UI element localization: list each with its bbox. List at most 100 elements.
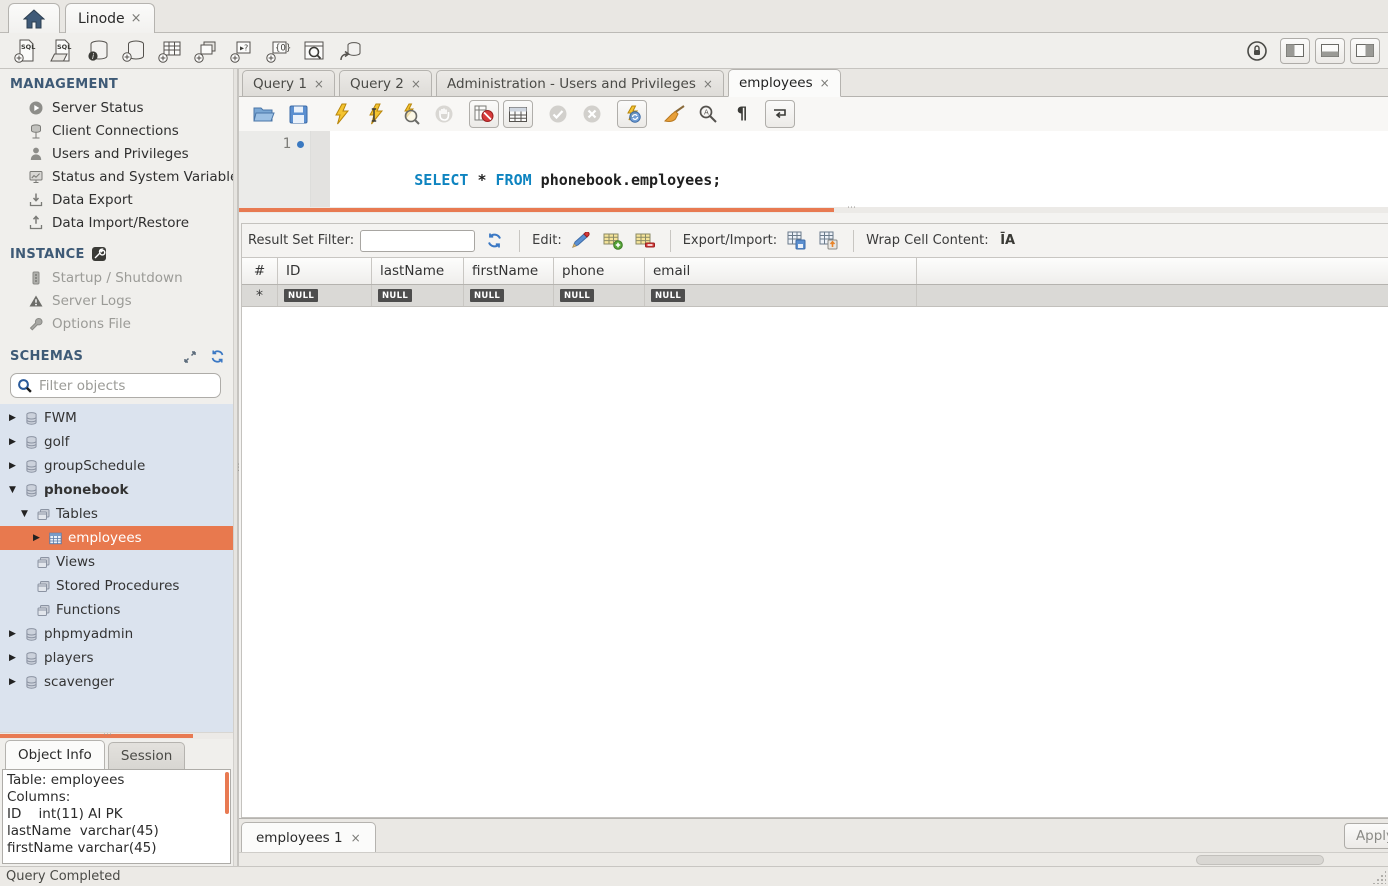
tree-item[interactable]: ▶ golf bbox=[0, 430, 233, 454]
open-script-button[interactable] bbox=[249, 100, 279, 128]
management-item[interactable]: Users and Privileges bbox=[0, 142, 233, 165]
tree-item[interactable]: ▶ groupSchedule bbox=[0, 454, 233, 478]
horizontal-scrollbar[interactable] bbox=[239, 852, 1388, 866]
create-function-button[interactable]: {0} bbox=[260, 36, 296, 66]
expand-schemas-icon[interactable] bbox=[183, 350, 197, 364]
tree-item[interactable]: ▶ FWM bbox=[0, 406, 233, 430]
query-tab[interactable]: Query 1 × bbox=[242, 70, 335, 96]
query-tab[interactable]: Administration - Users and Privileges × bbox=[436, 70, 724, 96]
sql-code-line[interactable]: SELECT * FROM phonebook.employees; bbox=[330, 131, 1388, 207]
sidebar-splitter[interactable]: ⋯ bbox=[0, 732, 233, 739]
grid-column-header[interactable]: phone bbox=[554, 258, 645, 284]
find-button[interactable]: A bbox=[693, 100, 723, 128]
grid-cell[interactable]: NULL bbox=[645, 285, 917, 306]
query-tab[interactable]: Query 2 × bbox=[339, 70, 432, 96]
sql-editor[interactable]: 1 SELECT * FROM phonebook.employees; bbox=[239, 131, 1388, 207]
toggle-bottom-panel-button[interactable] bbox=[1315, 38, 1345, 64]
grid-cell[interactable]: NULL bbox=[278, 285, 372, 306]
show-invisibles-button[interactable]: ¶ bbox=[727, 100, 757, 128]
toggle-left-panel-button[interactable] bbox=[1280, 38, 1310, 64]
reconnect-dbms-button[interactable] bbox=[332, 36, 368, 66]
result-set-tab-close-icon[interactable]: × bbox=[351, 831, 361, 845]
expand-arrow-icon[interactable]: ▶ bbox=[30, 533, 43, 543]
expand-arrow-icon[interactable]: ▼ bbox=[6, 485, 19, 495]
query-tab-close-icon[interactable]: × bbox=[314, 77, 324, 91]
management-item[interactable]: Server Status bbox=[0, 96, 233, 119]
grid-column-header[interactable]: firstName bbox=[464, 258, 554, 284]
import-records-button[interactable] bbox=[815, 229, 841, 253]
explain-button[interactable] bbox=[395, 100, 425, 128]
instance-item[interactable]: Startup / Shutdown bbox=[0, 266, 233, 289]
wrap-cell-content-button[interactable]: ĪA bbox=[995, 229, 1021, 253]
tree-item[interactable]: ▶ scavenger bbox=[0, 670, 233, 694]
instance-item[interactable]: Options File bbox=[0, 312, 233, 335]
result-set-tab[interactable]: employees 1 × bbox=[241, 822, 376, 852]
toggle-stop-on-error-button[interactable] bbox=[469, 100, 499, 128]
create-schema-button[interactable] bbox=[116, 36, 152, 66]
tree-item[interactable]: ▶ phpmyadmin bbox=[0, 622, 233, 646]
management-item[interactable]: Status and System Variables bbox=[0, 165, 233, 188]
grid-column-header[interactable]: # bbox=[242, 258, 278, 284]
grid-cell[interactable]: NULL bbox=[554, 285, 645, 306]
open-sql-script-button[interactable]: SQL bbox=[44, 36, 80, 66]
export-results-button[interactable] bbox=[783, 229, 809, 253]
refresh-schemas-icon[interactable] bbox=[210, 349, 225, 364]
edit-record-button[interactable] bbox=[568, 229, 594, 253]
editor-result-splitter[interactable]: ⋯ bbox=[239, 207, 1388, 213]
grid-cell[interactable]: NULL bbox=[464, 285, 554, 306]
add-row-button[interactable] bbox=[600, 229, 626, 253]
grid-column-header[interactable]: lastName bbox=[372, 258, 464, 284]
beautify-button[interactable] bbox=[659, 100, 689, 128]
query-tab[interactable]: employees × bbox=[728, 69, 841, 97]
instance-item[interactable]: Server Logs bbox=[0, 289, 233, 312]
management-item[interactable]: Client Connections bbox=[0, 119, 233, 142]
create-view-button[interactable] bbox=[188, 36, 224, 66]
expand-arrow-icon[interactable]: ▶ bbox=[6, 653, 19, 663]
expand-arrow-icon[interactable]: ▶ bbox=[6, 629, 19, 639]
info-tab[interactable]: Object Info bbox=[5, 740, 105, 769]
management-item[interactable]: Data Import/Restore bbox=[0, 211, 233, 234]
wrap-text-button[interactable] bbox=[765, 100, 795, 128]
query-tab-close-icon[interactable]: × bbox=[703, 77, 713, 91]
tree-item[interactable]: ▼ phonebook bbox=[0, 478, 233, 502]
apply-button[interactable]: Apply bbox=[1344, 823, 1388, 849]
filter-objects-input[interactable] bbox=[39, 378, 214, 394]
home-tab[interactable] bbox=[8, 3, 60, 33]
query-tab-close-icon[interactable]: × bbox=[411, 77, 421, 91]
expand-arrow-icon[interactable]: ▶ bbox=[6, 677, 19, 687]
search-table-data-button[interactable] bbox=[296, 36, 332, 66]
tree-item[interactable]: Functions bbox=[0, 598, 233, 622]
delete-row-button[interactable] bbox=[632, 229, 658, 253]
resize-grip[interactable] bbox=[1372, 870, 1386, 884]
connection-tab-close-icon[interactable]: × bbox=[131, 11, 142, 26]
tree-item[interactable]: ▶ players bbox=[0, 646, 233, 670]
lock-status-button[interactable] bbox=[1239, 36, 1275, 66]
sidebar-main-splitter[interactable]: ⋮ bbox=[233, 69, 238, 866]
info-panel-scrollbar[interactable] bbox=[225, 772, 229, 814]
grid-column-header[interactable]: email bbox=[645, 258, 917, 284]
grid-new-row[interactable]: * NULL NULL NULL bbox=[242, 285, 1388, 307]
toggle-autocommit-button[interactable] bbox=[617, 100, 647, 128]
refresh-results-button[interactable] bbox=[481, 229, 507, 253]
connection-tab[interactable]: Linode × bbox=[65, 3, 155, 33]
execute-current-button[interactable] bbox=[361, 100, 391, 128]
tree-item[interactable]: ▶ employees bbox=[0, 526, 233, 550]
tree-item[interactable]: ▼ Tables bbox=[0, 502, 233, 526]
tree-item[interactable]: Views bbox=[0, 550, 233, 574]
toggle-right-panel-button[interactable] bbox=[1350, 38, 1380, 64]
management-item[interactable]: Data Export bbox=[0, 188, 233, 211]
create-procedure-button[interactable]: ▸? bbox=[224, 36, 260, 66]
inspect-database-button[interactable]: i bbox=[80, 36, 116, 66]
grid-column-header[interactable]: ID bbox=[278, 258, 372, 284]
expand-arrow-icon[interactable]: ▼ bbox=[18, 509, 31, 519]
query-tab-close-icon[interactable]: × bbox=[820, 76, 830, 90]
grid-cell[interactable]: NULL bbox=[372, 285, 464, 306]
scrollbar-thumb[interactable] bbox=[1196, 855, 1324, 865]
save-script-button[interactable] bbox=[283, 100, 313, 128]
new-sql-tab-button[interactable]: SQL bbox=[8, 36, 44, 66]
expand-arrow-icon[interactable]: ▶ bbox=[6, 461, 19, 471]
limit-rows-button[interactable] bbox=[503, 100, 533, 128]
tree-item[interactable]: Stored Procedures bbox=[0, 574, 233, 598]
result-filter-input[interactable] bbox=[360, 230, 475, 252]
create-table-button[interactable] bbox=[152, 36, 188, 66]
